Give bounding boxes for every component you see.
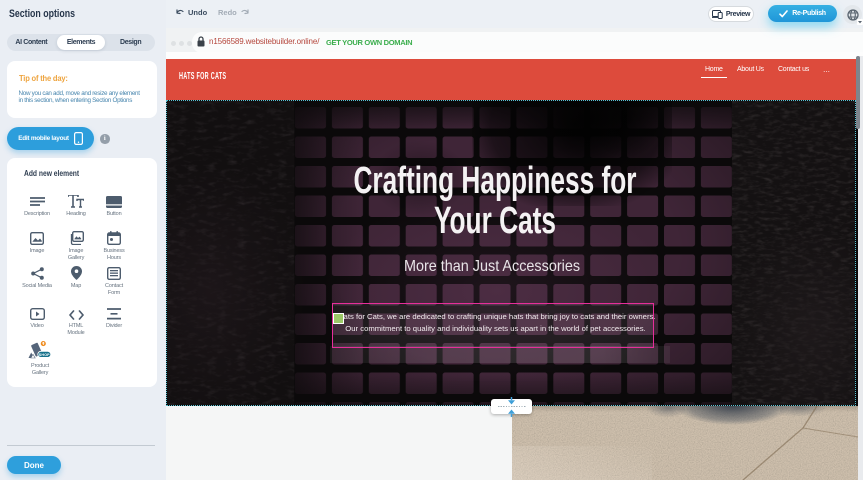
svg-text:SHOP: SHOP [38,353,49,357]
